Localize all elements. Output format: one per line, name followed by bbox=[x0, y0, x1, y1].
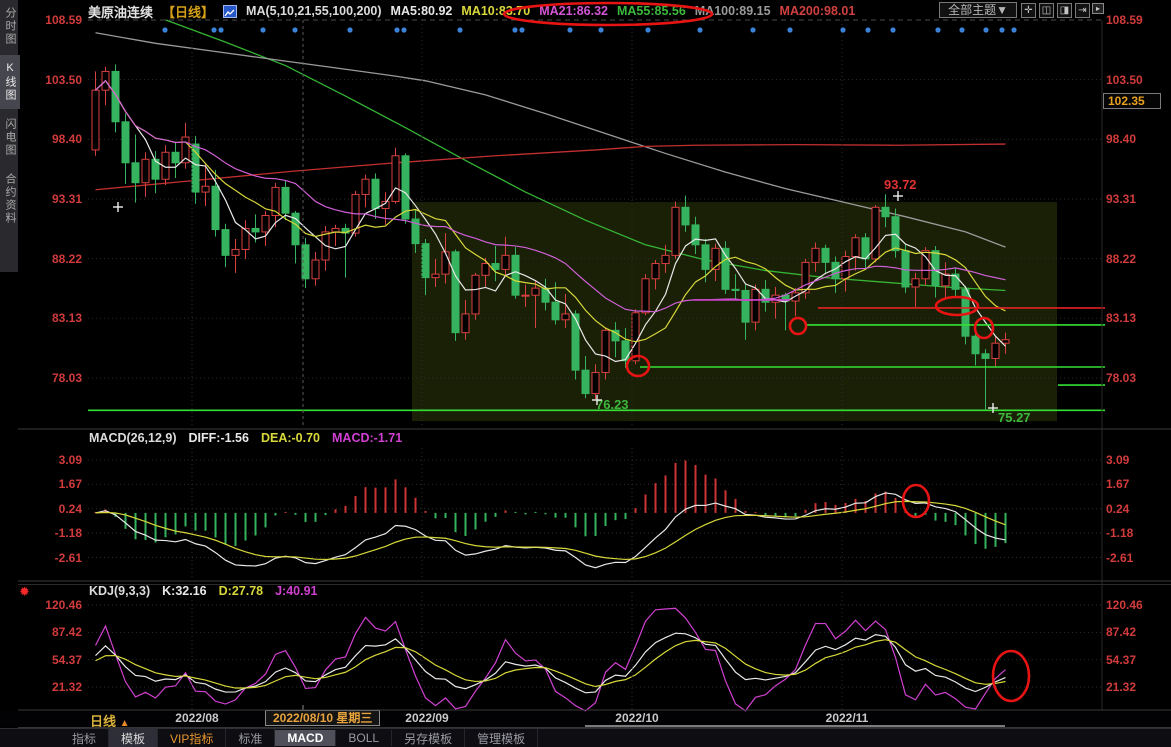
axis-label: 0.24 bbox=[1106, 502, 1162, 516]
tab-vip-indicators[interactable]: VIP指标 bbox=[158, 729, 226, 747]
tab-indicators[interactable]: 指标 bbox=[60, 729, 109, 747]
axis-label: 93.31 bbox=[1106, 192, 1162, 206]
axis-label: 83.13 bbox=[1106, 311, 1162, 325]
time-label: 2022/09 bbox=[392, 711, 462, 725]
axis-label: 108.59 bbox=[1106, 13, 1162, 27]
axis-label: 21.32 bbox=[26, 680, 82, 694]
axis-label: -2.61 bbox=[1106, 551, 1162, 565]
axis-label: 103.50 bbox=[26, 73, 82, 87]
axis-labels-layer: 108.59 108.59 103.50 103.50 98.40 98.40 93.31 9… bbox=[0, 0, 1171, 747]
axis-label: 88.22 bbox=[1106, 252, 1162, 266]
axis-label: 1.67 bbox=[1106, 477, 1162, 491]
time-label: 2022/08 bbox=[162, 711, 232, 725]
tab-macd[interactable]: MACD bbox=[275, 730, 336, 746]
axis-label: 98.40 bbox=[1106, 132, 1162, 146]
axis-label: 87.42 bbox=[26, 625, 82, 639]
axis-label: 108.59 bbox=[26, 13, 82, 27]
axis-label: 3.09 bbox=[1106, 453, 1162, 467]
time-label: 2022/11 bbox=[812, 711, 882, 725]
axis-label: 120.46 bbox=[1106, 598, 1162, 612]
time-label: 2022/10 bbox=[602, 711, 672, 725]
axis-label: 78.03 bbox=[26, 371, 82, 385]
tab-boll[interactable]: BOLL bbox=[336, 730, 392, 746]
crosshair-price-badge: 102.35 bbox=[1103, 93, 1161, 109]
axis-label: 0.24 bbox=[26, 502, 82, 516]
axis-label: 54.37 bbox=[1106, 653, 1162, 667]
axis-label: 120.46 bbox=[26, 598, 82, 612]
crosshair-date-badge: 2022/08/10 星期三 bbox=[265, 710, 380, 726]
axis-label: -1.18 bbox=[1106, 526, 1162, 540]
time-axis-row: 日线 ▲ 2022/08 2022/09 2022/10 2022/11 202… bbox=[0, 710, 1171, 727]
axis-label: -2.61 bbox=[26, 551, 82, 565]
axis-label: 83.13 bbox=[26, 311, 82, 325]
axis-label: -1.18 bbox=[26, 526, 82, 540]
bottom-tab-bar: 指标 模板 VIP指标 标准 MACD BOLL 另存模板 管理模板 bbox=[0, 728, 1171, 747]
tab-save-template[interactable]: 另存模板 bbox=[392, 729, 465, 747]
axis-label: 3.09 bbox=[26, 453, 82, 467]
horizontal-scrollbar[interactable] bbox=[585, 725, 1005, 727]
axis-label: 98.40 bbox=[26, 132, 82, 146]
tab-templates[interactable]: 模板 bbox=[109, 729, 158, 747]
axis-label: 93.31 bbox=[26, 192, 82, 206]
axis-label: 88.22 bbox=[26, 252, 82, 266]
tab-standard[interactable]: 标准 bbox=[226, 729, 275, 747]
axis-label: 87.42 bbox=[1106, 625, 1162, 639]
axis-label: 21.32 bbox=[1106, 680, 1162, 694]
axis-label: 54.37 bbox=[26, 653, 82, 667]
tab-manage-templates[interactable]: 管理模板 bbox=[465, 729, 538, 747]
axis-label: 103.50 bbox=[1106, 73, 1162, 87]
axis-label: 78.03 bbox=[1106, 371, 1162, 385]
axis-label: 1.67 bbox=[26, 477, 82, 491]
kline-app-window: 分时图 K线图 闪电图 合约资料 美原油连续 【日线】 MA(5,10,21,5… bbox=[0, 0, 1171, 747]
